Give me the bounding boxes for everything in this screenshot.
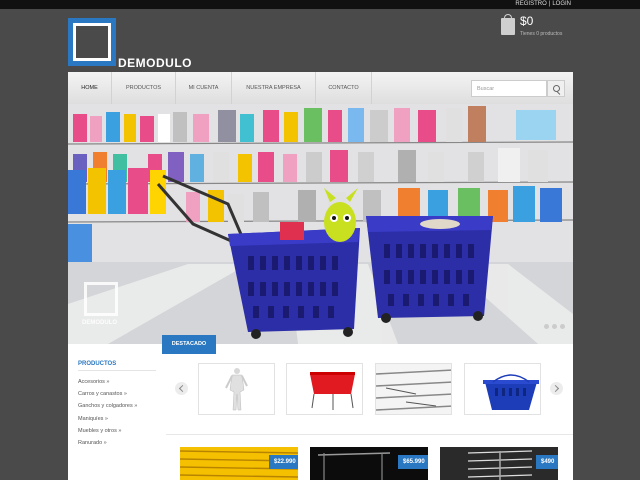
featured-thumb-slatwall[interactable]	[375, 363, 452, 415]
nav-contacto[interactable]: CONTACTO	[316, 72, 372, 104]
featured-thumb-red-basket[interactable]	[286, 363, 363, 415]
search-input[interactable]	[471, 80, 547, 97]
product-price: $22.990	[269, 455, 298, 469]
sidebar-item-carros[interactable]: Carros y canastos »	[78, 391, 137, 403]
featured-thumb-mannequin[interactable]	[198, 363, 275, 415]
logo-text[interactable]: DEMODULO	[118, 56, 192, 70]
login-link[interactable]: LOGIN	[552, 1, 571, 7]
carousel-prev-icon[interactable]	[175, 382, 188, 395]
product-price: $65.990	[398, 455, 428, 469]
product-card-slatwall-hook[interactable]: $490	[440, 447, 558, 480]
product-card-yellow-slatwall[interactable]: $22.990	[180, 447, 298, 480]
hero-watermark-logo	[84, 282, 118, 316]
search-box	[471, 80, 565, 97]
main-nav: HOME PRODUCTOS MI CUENTA NUESTRA EMPRESA…	[68, 72, 573, 104]
link-separator: |	[548, 1, 551, 7]
product-card-black-rack[interactable]: $65.990	[310, 447, 428, 480]
logo-mark[interactable]	[68, 18, 116, 66]
category-list: Accesorios » Carros y canastos » Ganchos…	[78, 379, 137, 452]
nav-home[interactable]: HOME	[68, 72, 112, 104]
featured-thumb-blue-basket[interactable]	[464, 363, 541, 415]
nav-nuestra-empresa[interactable]: NUESTRA EMPRESA	[232, 72, 316, 104]
cart-widget[interactable]: $0 Tienes 0 productos	[500, 14, 580, 44]
category-sidebar: PRODUCTOS Accesorios » Carros y canastos…	[68, 344, 166, 480]
hero-image	[68, 104, 573, 344]
slide-indicators	[541, 316, 565, 334]
section-divider	[166, 434, 573, 435]
account-links: REGISTRO | LOGIN	[515, 0, 571, 9]
slide-dot-2[interactable]	[552, 324, 557, 329]
sidebar-item-muebles[interactable]: Muebles y otros »	[78, 428, 137, 440]
carousel-next-icon[interactable]	[550, 382, 563, 395]
slide-dot-1[interactable]	[544, 324, 549, 329]
sidebar-title: PRODUCTOS	[78, 361, 117, 367]
cart-count: Tienes 0 productos	[520, 31, 563, 37]
hero-slideshow[interactable]: DEMODULO	[68, 104, 573, 344]
sidebar-divider	[78, 370, 156, 371]
cart-total: $0	[520, 14, 534, 28]
sidebar-item-ranurado[interactable]: Ranurado »	[78, 440, 137, 452]
sidebar-item-accesorios[interactable]: Accesorios »	[78, 379, 137, 391]
nav-productos[interactable]: PRODUCTOS	[112, 72, 176, 104]
sidebar-item-ganchos[interactable]: Ganchos y colgadores »	[78, 403, 137, 415]
featured-tab: DESTACADO	[162, 335, 216, 354]
product-price: $490	[536, 455, 558, 469]
search-icon[interactable]	[547, 80, 565, 97]
hero-watermark-text: DEMODULO	[82, 320, 117, 326]
slide-dot-3[interactable]	[560, 324, 565, 329]
nav-mi-cuenta[interactable]: MI CUENTA	[176, 72, 232, 104]
sidebar-item-maniquies[interactable]: Maniquíes »	[78, 416, 137, 428]
shopping-bag-icon	[501, 14, 515, 35]
register-link[interactable]: REGISTRO	[515, 1, 546, 7]
